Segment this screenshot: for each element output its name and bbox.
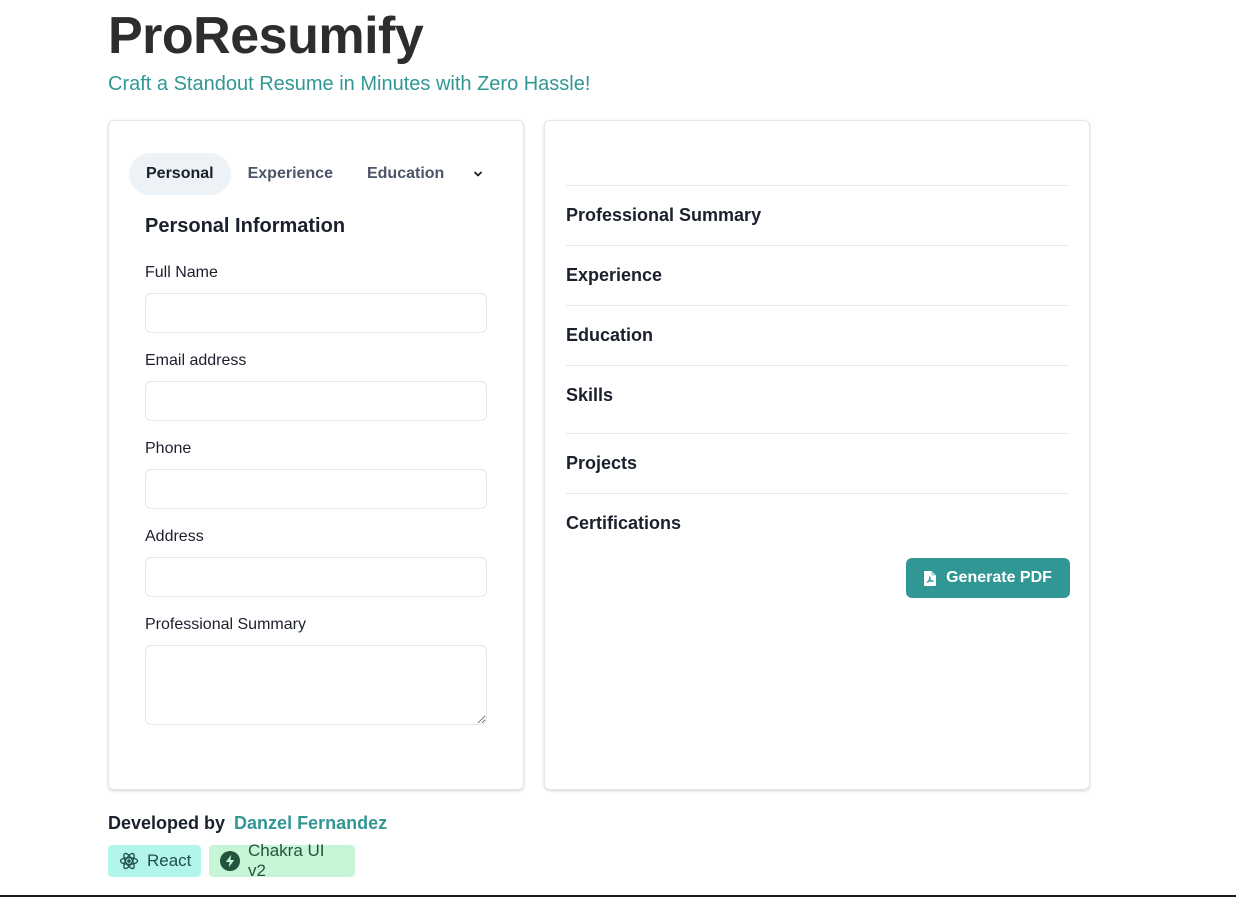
app-subtitle: Craft a Standout Resume in Minutes with … [108,73,591,95]
file-pdf-icon [924,570,937,586]
tab-experience[interactable]: Experience [231,153,350,195]
resume-form-card: Personal Experience Education Personal I… [108,120,524,790]
page: ProResumify Craft a Standout Resume in M… [0,0,1236,897]
react-badge: React [108,845,201,877]
preview-heading-certifications: Certifications [566,513,682,533]
preview-heading-summary: Professional Summary [566,205,762,225]
form-tabs: Personal Experience Education [129,153,495,195]
credits: Developed by Danzel Fernandez [108,813,387,834]
lightning-bolt-icon [220,851,240,871]
full-name-label: Full Name [145,264,218,281]
resume-preview-card: Professional Summary Experience Educatio… [544,120,1090,790]
preview-heading-skills: Skills [566,385,614,405]
address-label: Address [145,528,204,545]
summary-label: Professional Summary [145,616,306,633]
generate-pdf-label: Generate PDF [946,569,1052,586]
app-title: ProResumify [108,7,424,65]
preview-heading-projects: Projects [566,453,638,473]
divider [566,433,1069,434]
more-tabs-button[interactable] [461,153,495,195]
chakra-badge-label: Chakra UI v2 [248,841,325,880]
email-label: Email address [145,352,247,369]
section-heading: Personal Information [145,215,346,237]
divider [566,305,1069,306]
divider [566,245,1069,246]
summary-textarea[interactable] [145,645,487,725]
address-input[interactable] [145,557,487,597]
full-name-input[interactable] [145,293,487,333]
phone-input[interactable] [145,469,487,509]
react-badge-label: React [147,851,192,870]
author-link[interactable]: Danzel Fernandez [234,813,387,834]
tab-personal[interactable]: Personal [129,153,231,195]
email-input[interactable] [145,381,487,421]
generate-pdf-button[interactable]: Generate PDF [906,558,1070,598]
chevron-down-icon [474,171,483,177]
chakra-badge: Chakra UI v2 [209,841,355,880]
developed-by-label: Developed by [108,813,226,833]
divider [566,493,1069,494]
react-icon [119,851,139,871]
divider [566,185,1069,186]
tab-education[interactable]: Education [350,153,461,195]
preview-heading-experience: Experience [566,265,663,285]
phone-label: Phone [145,440,192,457]
preview-heading-education: Education [566,325,654,345]
divider [566,365,1069,366]
